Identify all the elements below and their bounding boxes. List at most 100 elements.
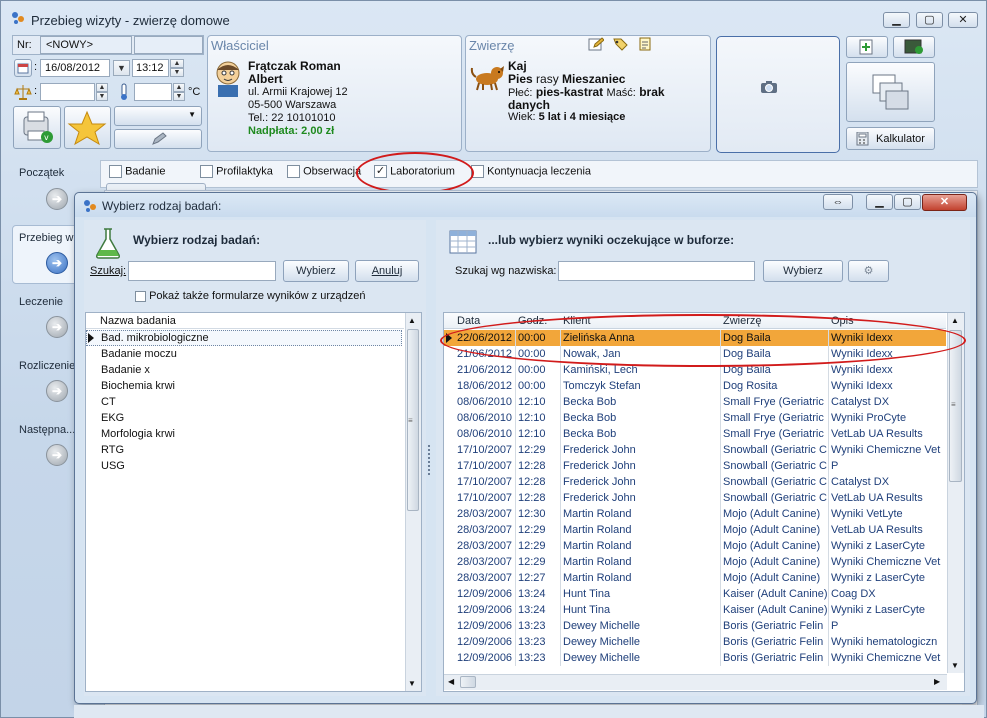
grid-row[interactable]: 12/09/2006 13:24 Hunt Tina Kaiser (Adult Ca… [444, 586, 946, 602]
grid-cell-separator [560, 602, 561, 618]
photo-panel[interactable] [716, 36, 840, 153]
date-dropdown-button[interactable]: ▼ [113, 60, 130, 76]
grid-scroll-down-icon[interactable]: ▼ [951, 661, 959, 670]
grid-row[interactable]: 17/10/2007 12:29 Frederick John Snowball (G… [444, 442, 946, 458]
test-list-item[interactable]: Biochemia krwi [101, 378, 175, 394]
settings-button[interactable]: ⚙ [848, 260, 889, 282]
print-button[interactable]: v [13, 106, 61, 149]
temperature-down-button[interactable]: ▼ [173, 92, 185, 101]
grid-scroll-up-icon[interactable]: ▲ [951, 316, 959, 325]
calculator-button[interactable]: Kalkulator [846, 127, 935, 150]
action-dropdown[interactable]: ▼ [114, 106, 202, 126]
nav-item-visit-course[interactable]: Przebieg w [19, 232, 77, 244]
grid-row[interactable]: 08/06/2010 12:10 Becka Bob Small Frye (Geri… [444, 426, 946, 442]
grid-row[interactable]: 18/06/2012 00:00 Tomczyk Stefan Dog Rosita W… [444, 378, 946, 394]
test-list-item[interactable]: CT [101, 394, 116, 410]
scroll-up-icon[interactable]: ▲ [408, 316, 416, 325]
visit-type-checkbox[interactable]: Profilaktyka [200, 165, 273, 178]
nav-item-start[interactable]: Początek [19, 167, 64, 179]
weight-field[interactable] [40, 83, 95, 101]
gallery-button[interactable] [846, 62, 935, 122]
grid-cell-separator [560, 634, 561, 650]
grid-row[interactable]: 08/06/2010 12:10 Becka Bob Small Frye (Geri… [444, 394, 946, 410]
pane-splitter[interactable] [428, 445, 432, 475]
nav-item-next[interactable]: Następna... [19, 424, 75, 436]
grid-row[interactable]: 28/03/2007 12:29 Martin Roland Mojo (Adult … [444, 522, 946, 538]
right-select-button[interactable]: Wybierz [763, 260, 843, 282]
dialog-maximize-button[interactable]: ▢ [894, 194, 921, 210]
nav-arrow-icon[interactable]: ➔ [46, 380, 68, 402]
grid-cell: Martin Roland [563, 556, 632, 568]
right-search-input[interactable] [558, 261, 755, 281]
grid-cell-separator [560, 426, 561, 442]
test-list-item[interactable]: Badanie x [101, 362, 150, 378]
test-list-item[interactable]: RTG [101, 442, 124, 458]
nav-arrow-icon[interactable]: ➔ [46, 316, 68, 338]
grid-cell: 12:29 [518, 444, 546, 456]
grid-horizontal-scrollbar[interactable] [444, 674, 947, 690]
weight-up-button[interactable]: ▲ [96, 83, 108, 92]
nav-arrow-icon[interactable]: ➔ [46, 444, 68, 466]
time-down-button[interactable]: ▼ [170, 68, 184, 77]
temperature-field[interactable] [134, 83, 172, 101]
grid-row[interactable]: 12/09/2006 13:23 Dewey Michelle Boris (Geri… [444, 650, 946, 666]
document-icon[interactable] [637, 37, 653, 51]
test-list-header[interactable]: Nazwa badania [100, 315, 176, 327]
weight-down-button[interactable]: ▼ [96, 92, 108, 101]
test-list-item[interactable]: Morfologia krwi [101, 426, 175, 442]
date-field[interactable]: 16/08/2012 [40, 59, 110, 77]
image-tools-button[interactable] [893, 36, 935, 58]
grid-row[interactable]: 17/10/2007 12:28 Frederick John Snowball (G… [444, 458, 946, 474]
tag-icon[interactable] [612, 37, 628, 51]
close-button[interactable]: ✕ [948, 12, 978, 28]
add-document-button[interactable] [846, 36, 888, 58]
grid-cell: Wyniki z LaserCyte [831, 604, 926, 616]
left-search-input[interactable] [128, 261, 276, 281]
left-cancel-button[interactable]: Anuluj [355, 260, 419, 282]
test-list-item[interactable]: Bad. mikrobiologiczne [101, 330, 209, 346]
test-list-item[interactable]: EKG [101, 410, 124, 426]
grid-row[interactable]: 28/03/2007 12:29 Martin Roland Mojo (Adult … [444, 554, 946, 570]
visit-number-field[interactable]: <NOWY> [40, 36, 132, 54]
show-device-forms-checkbox[interactable]: Pokaż także formularze wyników z urządze… [135, 290, 366, 302]
temperature-up-button[interactable]: ▲ [173, 83, 185, 92]
dialog-minimize-button[interactable]: ▁ [866, 194, 893, 210]
grid-cell-separator [828, 442, 829, 458]
nav-arrow-icon-active[interactable]: ➔ [46, 252, 68, 274]
visit-type-checkbox[interactable]: Badanie [109, 165, 165, 178]
grid-row[interactable]: 28/03/2007 12:29 Martin Roland Mojo (Adult … [444, 538, 946, 554]
dialog-close-button[interactable]: ✕ [922, 194, 967, 211]
grid-hscroll-thumb[interactable] [460, 676, 476, 688]
maximize-button[interactable]: ▢ [916, 12, 943, 28]
edit-action-button[interactable] [114, 129, 202, 149]
test-list-item[interactable]: USG [101, 458, 125, 474]
visit-type-checkbox[interactable]: Obserwacja [287, 165, 361, 178]
nav-arrow-icon[interactable]: ➔ [46, 188, 68, 210]
grid-row[interactable]: 17/10/2007 12:28 Frederick John Snowball (G… [444, 490, 946, 506]
grid-row[interactable]: 17/10/2007 12:28 Frederick John Snowball (G… [444, 474, 946, 490]
nav-item-treatment[interactable]: Leczenie [19, 296, 63, 308]
grid-row[interactable]: 12/09/2006 13:23 Dewey Michelle Boris (Geri… [444, 634, 946, 650]
nav-item-billing[interactable]: Rozliczenie [19, 360, 77, 372]
grid-row[interactable]: 28/03/2007 12:27 Martin Roland Mojo (Adult … [444, 570, 946, 586]
time-up-button[interactable]: ▲ [170, 59, 184, 68]
grid-row[interactable]: 12/09/2006 13:24 Hunt Tina Kaiser (Adult Ca… [444, 602, 946, 618]
left-select-button[interactable]: Wybierz [283, 260, 349, 282]
edit-note-icon[interactable] [588, 37, 605, 51]
test-list-item[interactable]: Badanie moczu [101, 346, 177, 362]
scroll-down-icon[interactable]: ▼ [408, 679, 416, 688]
minimize-button[interactable]: ▁ [883, 12, 910, 28]
grid-row[interactable]: 08/06/2010 12:10 Becka Bob Small Frye (Geri… [444, 410, 946, 426]
grid-scroll-left-icon[interactable]: ◀ [448, 677, 454, 686]
thermometer-icon [118, 82, 130, 102]
calendar-icon[interactable] [14, 59, 32, 77]
grid-cell-separator [560, 522, 561, 538]
time-field[interactable]: 13:12 [132, 59, 169, 77]
grid-scroll-right-icon[interactable]: ▶ [934, 677, 940, 686]
visit-type-checkbox[interactable]: Kontynuacja leczenia [471, 165, 591, 178]
grid-row[interactable]: 12/09/2006 13:23 Dewey Michelle Boris (Geri… [444, 618, 946, 634]
camera-icon[interactable] [760, 80, 778, 94]
grid-row[interactable]: 28/03/2007 12:30 Martin Roland Mojo (Adult … [444, 506, 946, 522]
dialog-restore-size-button[interactable]: ⇔ [823, 194, 853, 210]
favorite-button[interactable] [64, 106, 111, 149]
